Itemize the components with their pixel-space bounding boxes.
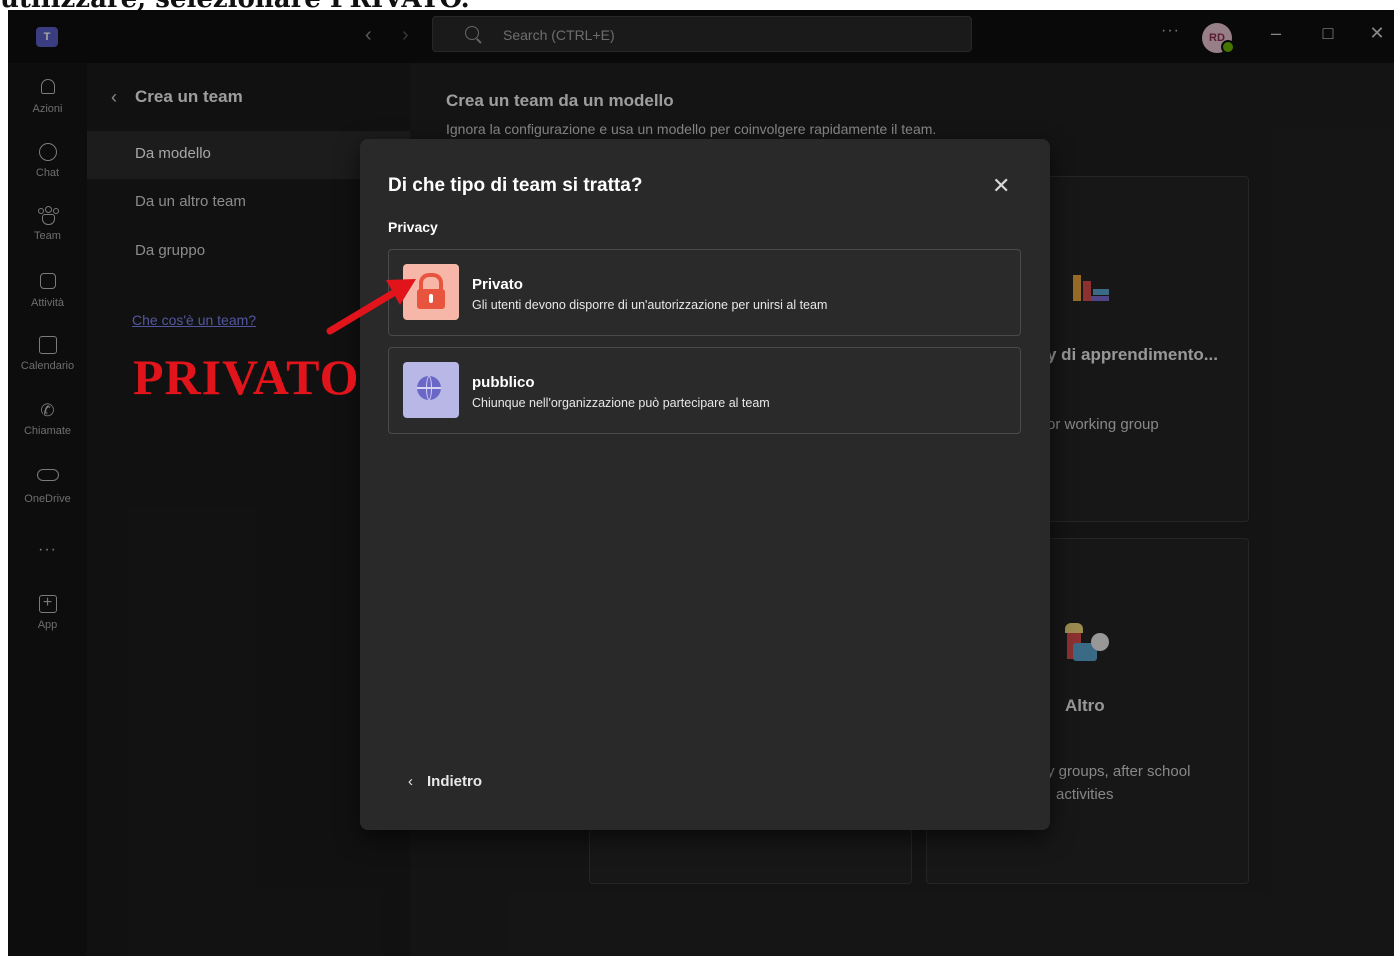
annotation-arrow [326, 279, 416, 335]
annotation-caption: utilizzare, selezionare PRIVATO. [0, 0, 470, 14]
teams-window: T ‹ › Search (CTRL+E) ··· RD – □ ✕ Azion… [8, 10, 1394, 956]
